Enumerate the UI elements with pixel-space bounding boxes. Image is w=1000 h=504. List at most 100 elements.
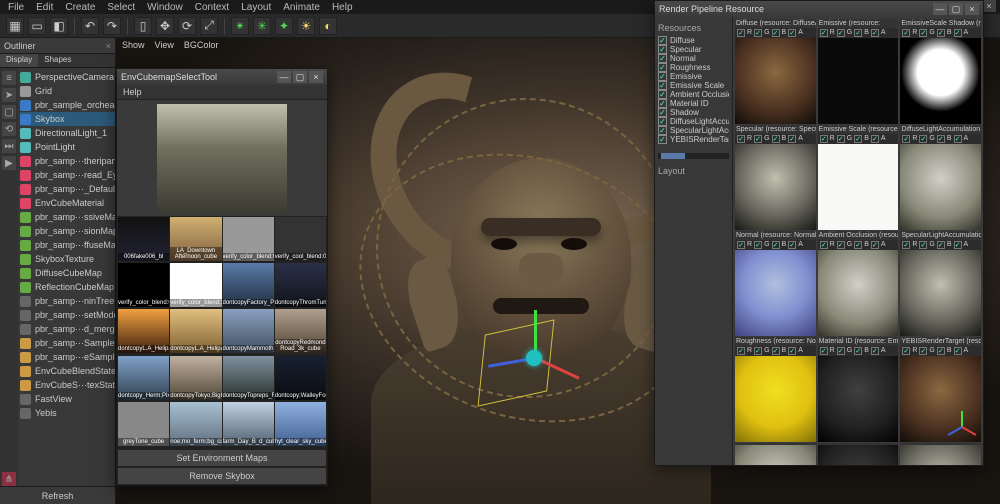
channel-checkbox[interactable]: ✓ [737, 347, 745, 355]
tree-item[interactable]: pbr_samp···theripart [20, 154, 115, 168]
tree-item[interactable]: pbr_samp···_Default [20, 182, 115, 196]
menu-help[interactable]: Help [332, 2, 353, 13]
channel-checkbox[interactable]: ✓ [737, 135, 745, 143]
tree-item[interactable]: ReflectionCubeMap [20, 280, 115, 294]
env-thumbnail[interactable]: hyt_clear_sky_cube [275, 402, 326, 446]
tree-item[interactable]: Yebis [20, 406, 115, 420]
gizmo-origin-icon[interactable] [526, 350, 542, 366]
channel-checkbox[interactable]: ✓ [937, 29, 945, 37]
tree-item[interactable]: pbr_samp···Sampler [20, 336, 115, 350]
channel-checkbox[interactable]: ✓ [837, 241, 845, 249]
channel-checkbox[interactable]: ✓ [788, 241, 796, 249]
minimize-icon[interactable]: — [933, 3, 947, 15]
env-help-menu[interactable]: Help [117, 85, 327, 100]
channel-checkbox[interactable]: ✓ [937, 347, 945, 355]
maximize-icon[interactable]: ▢ [293, 71, 307, 83]
tool-redo-icon[interactable]: ↷ [103, 17, 121, 35]
tree-item[interactable]: PointLight [20, 140, 115, 154]
channel-checkbox[interactable]: ✓ [772, 347, 780, 355]
tool-scale-icon[interactable]: ⤢ [200, 17, 218, 35]
channel-checkbox[interactable]: ✓ [820, 135, 828, 143]
channel-checkbox[interactable]: ✓ [754, 29, 762, 37]
arrow-icon[interactable]: ➤ [2, 88, 16, 102]
lightbulb-icon[interactable]: ◐ [319, 17, 337, 35]
channel-checkbox[interactable]: ✓ [772, 241, 780, 249]
menu-edit[interactable]: Edit [36, 2, 53, 13]
channel-checkbox[interactable]: ✓ [754, 347, 762, 355]
env-thumbnail[interactable]: dontcopyMammoth_3k_cube [223, 309, 274, 353]
filter-icon[interactable]: ≡ [2, 71, 16, 85]
channel-checkbox[interactable]: ✓ [837, 347, 845, 355]
env-thumbnail[interactable]: farm_Day_B_d_cube [223, 402, 274, 446]
channel-checkbox[interactable]: ✓ [737, 241, 745, 249]
channel-checkbox[interactable]: ✓ [772, 29, 780, 37]
render-pass[interactable]: Normal (resource: Normal)✓R ✓G ✓B ✓A [735, 231, 816, 336]
tree-item[interactable]: pbr_samp···ninTree [20, 294, 115, 308]
channel-checkbox[interactable]: ✓ [954, 29, 962, 37]
menu-select[interactable]: Select [107, 2, 135, 13]
tree-item[interactable]: Grid [20, 84, 115, 98]
play-icon[interactable]: ▶ [2, 156, 16, 170]
refresh-button[interactable]: Refresh [0, 486, 115, 504]
env-cubemap-window[interactable]: EnvCubemapSelectTool — ▢ × Help 006fake0… [116, 68, 328, 486]
resource-checkbox[interactable]: ✓Specular [658, 45, 729, 54]
render-settings-icon[interactable]: ✦ [275, 17, 293, 35]
light-icon[interactable]: ☀ [297, 17, 315, 35]
vp-show[interactable]: Show [122, 40, 145, 50]
channel-checkbox[interactable]: ✓ [919, 135, 927, 143]
tree-item[interactable]: Skybox [20, 112, 115, 126]
channel-checkbox[interactable]: ✓ [737, 29, 745, 37]
channel-checkbox[interactable]: ✓ [871, 29, 879, 37]
channel-checkbox[interactable]: ✓ [788, 135, 796, 143]
box-icon[interactable]: ▢ [2, 105, 16, 119]
channel-checkbox[interactable]: ✓ [902, 135, 910, 143]
channel-checkbox[interactable]: ✓ [854, 347, 862, 355]
minimize-icon[interactable]: — [277, 71, 291, 83]
channel-checkbox[interactable]: ✓ [854, 135, 862, 143]
channel-checkbox[interactable]: ✓ [902, 347, 910, 355]
channel-checkbox[interactable]: ✓ [954, 135, 962, 143]
vp-view[interactable]: View [155, 40, 174, 50]
channel-checkbox[interactable]: ✓ [919, 241, 927, 249]
tool-select-icon[interactable]: ▯ [134, 17, 152, 35]
render-icon[interactable]: ✴ [231, 17, 249, 35]
skip-icon[interactable]: ⏭ [2, 139, 16, 153]
tree-item[interactable]: pbr_samp···eSampler [20, 350, 115, 364]
channel-checkbox[interactable]: ✓ [871, 347, 879, 355]
close-icon[interactable]: × [309, 71, 323, 83]
render-pass[interactable] [818, 443, 899, 465]
render-pass[interactable]: Diffuse (resource: DiffuseAlbe✓R ✓G ✓B ✓… [735, 19, 816, 124]
resource-checkbox[interactable]: ✓YEBISRenderTarget [658, 135, 729, 144]
env-thumbnail[interactable]: 006fake006_bl [118, 217, 169, 261]
tree-item[interactable]: pbr_samp···setModel [20, 308, 115, 322]
env-thumbnail[interactable]: dontcopy_Herm;PixBeachGulls_cube [118, 356, 169, 400]
channel-checkbox[interactable]: ✓ [954, 241, 962, 249]
resource-checkbox[interactable]: ✓Material ID [658, 99, 729, 108]
outliner-tree[interactable]: PerspectiveCameraGridpbr_sample_orcheadS… [18, 68, 115, 486]
tool-open-icon[interactable]: ▭ [28, 17, 46, 35]
resource-checkbox[interactable]: ✓DiffuseLightAccumulation [658, 117, 729, 126]
env-thumbnail[interactable]: dontcopyL.A_Helipad;GoldenHour_3k_cube [170, 309, 221, 353]
resource-checkbox[interactable]: ✓Normal [658, 54, 729, 63]
env-thumbnail[interactable]: dontcopyTopreps_Forest_B_3k_cube [223, 356, 274, 400]
menu-create[interactable]: Create [65, 2, 95, 13]
render-pass[interactable]: Emissive Scale (resource: Nor✓R ✓G ✓B ✓A [818, 125, 899, 230]
channel-checkbox[interactable]: ✓ [788, 347, 796, 355]
channel-checkbox[interactable]: ✓ [772, 135, 780, 143]
tool-new-icon[interactable]: ▦ [6, 17, 24, 35]
channel-checkbox[interactable]: ✓ [937, 135, 945, 143]
tree-item[interactable]: DirectionalLight_1 [20, 126, 115, 140]
resource-checkbox[interactable]: ✓Emissive Scale [658, 81, 729, 90]
channel-checkbox[interactable]: ✓ [820, 347, 828, 355]
tree-item[interactable]: pbr_sample_orchead [20, 98, 115, 112]
render-pass[interactable] [735, 443, 816, 465]
close-icon[interactable]: × [106, 41, 111, 51]
render-region-icon[interactable]: ✳ [253, 17, 271, 35]
tree-item[interactable]: EnvCubeMaterial [20, 196, 115, 210]
set-env-maps-button[interactable]: Set Environment Maps [117, 449, 327, 467]
env-thumbnail[interactable]: dontcopy;WalleyForestNight_cube [275, 356, 326, 400]
tree-item[interactable]: pbr_samp···read_Eye [20, 168, 115, 182]
resource-checkbox[interactable]: ✓SpecularLightAccumulation [658, 126, 729, 135]
render-pass[interactable]: Specular (resource: SpecularA✓R ✓G ✓B ✓A [735, 125, 816, 230]
render-pass[interactable]: Material ID (resource: Emissiv✓R ✓G ✓B ✓… [818, 337, 899, 442]
